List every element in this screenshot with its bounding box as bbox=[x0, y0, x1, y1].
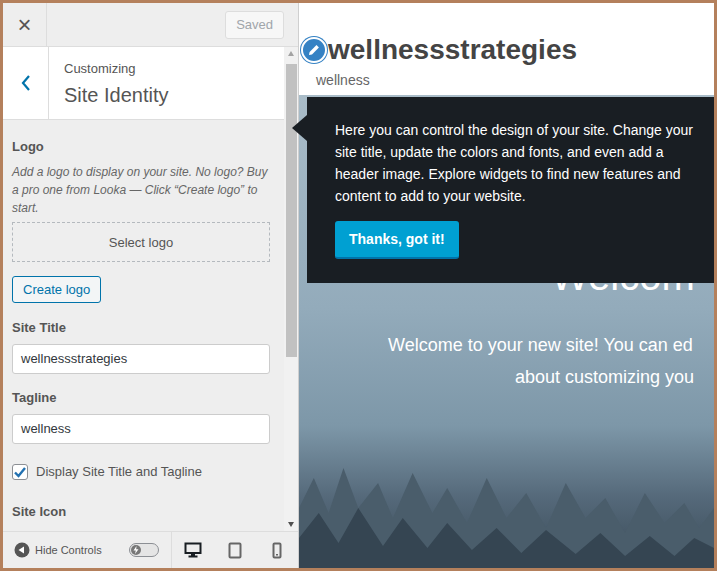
toggle-switch[interactable] bbox=[129, 543, 159, 557]
save-button[interactable]: Saved bbox=[225, 11, 284, 39]
arrow-down-icon[interactable] bbox=[287, 517, 295, 531]
hide-controls-label[interactable]: Hide Controls bbox=[35, 544, 102, 556]
checkbox-label[interactable]: Display Site Title and Tagline bbox=[36, 463, 202, 481]
panel-body: Customizing Site Identity Logo Add a logo t… bbox=[3, 47, 298, 531]
arrow-up-icon[interactable] bbox=[287, 47, 295, 61]
create-logo-button[interactable]: Create logo bbox=[12, 276, 101, 303]
edit-shortcut[interactable] bbox=[301, 37, 327, 63]
logo-description: Add a logo to display on your site. No l… bbox=[12, 163, 270, 217]
text-field[interactable]: wellness bbox=[12, 414, 270, 444]
chevron-left-icon[interactable] bbox=[20, 74, 32, 92]
hero-text-line: Welcome to your new site! You can ed bbox=[388, 329, 714, 361]
top-bar: × Saved bbox=[3, 3, 298, 47]
display-title-option[interactable]: Display Site Title and Tagline bbox=[12, 463, 270, 481]
hide-controls-button[interactable]: Hide Controls bbox=[3, 532, 172, 568]
logo-label: Logo bbox=[12, 138, 270, 156]
section-subtitle: Customizing bbox=[64, 61, 169, 77]
site-icon-label: Site Icon bbox=[12, 503, 270, 521]
select-logo-button[interactable]: Select logo bbox=[12, 222, 270, 262]
site-title[interactable]: wellnessstrategies bbox=[328, 33, 714, 67]
back-button[interactable] bbox=[3, 47, 49, 119]
hero-text-line: about customizing you bbox=[515, 361, 714, 393]
footer-bar: Hide Controls bbox=[3, 531, 298, 568]
site-preview: wellnessstrategieswellnessWelcomWelcome … bbox=[299, 3, 714, 568]
section-header: Customizing Site Identity bbox=[3, 47, 284, 120]
close-button[interactable]: × bbox=[3, 3, 47, 46]
dismiss-button[interactable]: Thanks, got it! bbox=[335, 221, 459, 259]
site-tagline: wellness bbox=[316, 71, 714, 89]
checkmark-icon bbox=[13, 465, 27, 479]
pencil-icon[interactable] bbox=[308, 44, 320, 56]
controls: Logo Add a logo to display on your site. … bbox=[3, 120, 284, 531]
customizer-panel: × Saved Customizing Site Identity Logo Add a … bbox=[3, 3, 299, 568]
toggle-knob bbox=[131, 545, 141, 555]
lightning-icon bbox=[133, 546, 139, 554]
field-label: Tagline bbox=[12, 389, 270, 407]
scrollbar-thumb[interactable] bbox=[286, 64, 297, 357]
trees-icon bbox=[299, 438, 714, 568]
tablet-icon[interactable] bbox=[228, 542, 242, 559]
site-header: wellnessstrategies wellness bbox=[299, 3, 714, 95]
mobile-icon[interactable] bbox=[272, 542, 282, 559]
intro-tooltip: Here you can control the design of your … bbox=[307, 97, 717, 283]
collapse-arrow-icon[interactable] bbox=[14, 542, 30, 558]
tooltip-text: Here you can control the design of your … bbox=[335, 119, 700, 207]
device-button[interactable] bbox=[172, 532, 214, 568]
section-titles: Customizing Site Identity bbox=[49, 47, 169, 119]
section-title: Site Identity bbox=[64, 81, 169, 109]
checkbox[interactable] bbox=[12, 464, 28, 480]
device-button[interactable] bbox=[214, 532, 256, 568]
device-button[interactable] bbox=[256, 532, 298, 568]
text-field[interactable]: wellnessstrategies bbox=[12, 344, 270, 374]
desktop-icon[interactable] bbox=[184, 542, 202, 558]
field-label: Site Title bbox=[12, 319, 270, 337]
panel-column: Customizing Site Identity Logo Add a logo t… bbox=[3, 47, 284, 531]
